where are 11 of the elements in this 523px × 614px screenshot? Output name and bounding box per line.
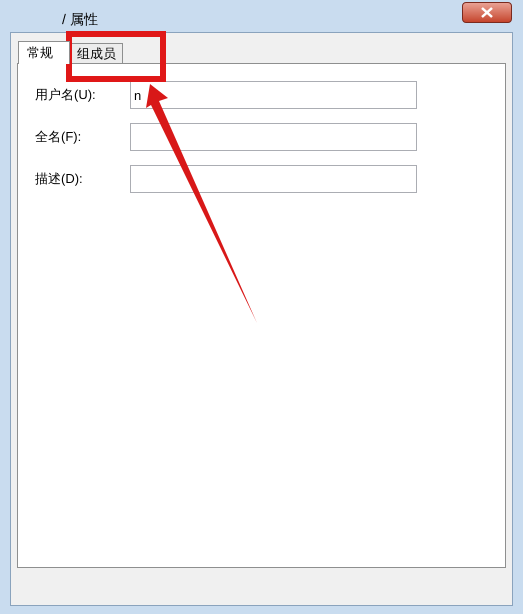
input-field[interactable]: n bbox=[130, 81, 417, 109]
window-title: / 属性 bbox=[62, 10, 98, 29]
field-label: 全名(F): bbox=[35, 128, 82, 146]
close-button[interactable] bbox=[462, 2, 512, 23]
tab[interactable]: 常规 bbox=[18, 41, 70, 64]
field-label: 描述(D): bbox=[35, 170, 84, 188]
field-label: 用户名(U): bbox=[35, 86, 97, 104]
input-field[interactable] bbox=[130, 165, 417, 193]
input-field[interactable] bbox=[130, 123, 417, 151]
tab[interactable]: 组成员 bbox=[70, 43, 123, 63]
close-icon bbox=[481, 7, 493, 18]
